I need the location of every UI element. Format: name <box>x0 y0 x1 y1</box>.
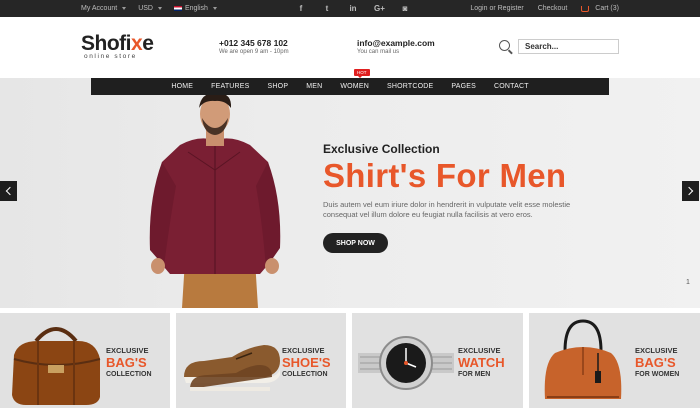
nav-item-home[interactable]: HOME <box>162 83 202 90</box>
hero-title: Shirt's For Men <box>323 157 567 194</box>
chevron-down-icon <box>122 7 127 10</box>
hero-description: Duis autem vel eum iriure dolor in hendr… <box>323 200 578 220</box>
chevron-left-icon <box>5 186 15 196</box>
my-account-dropdown[interactable]: My Account <box>81 5 127 12</box>
uk-flag-icon <box>173 6 182 11</box>
category-label-top: EXCLUSIVE <box>635 346 678 355</box>
email-address[interactable]: info@example.com <box>357 38 435 48</box>
facebook-icon[interactable]: f <box>296 4 306 13</box>
instagram-icon[interactable]: ◙ <box>400 4 410 13</box>
category-label-bottom: COLLECTION <box>282 371 328 378</box>
logo-text: Shofi <box>81 32 132 55</box>
slide-number: 1 <box>686 279 690 286</box>
google-plus-icon[interactable]: G+ <box>374 4 385 13</box>
main-nav: HOME FEATURES SHOP MEN WOMEN SHORTCODE P… <box>91 78 609 95</box>
nav-item-pages[interactable]: PAGES <box>442 83 485 90</box>
nav-item-shortcode[interactable]: SHORTCODE <box>378 83 442 90</box>
category-label-top: EXCLUSIVE <box>282 346 325 355</box>
checkout-link[interactable]: Checkout <box>538 5 568 12</box>
slider-next-button[interactable] <box>682 181 699 201</box>
phone-note: We are open 9 am - 10pm <box>219 49 289 55</box>
nav-item-shop[interactable]: SHOP <box>259 83 298 90</box>
language-label: English <box>184 5 208 12</box>
category-banner-shoes[interactable]: EXCLUSIVE SHOE'S COLLECTION <box>176 313 346 408</box>
chevron-down-icon <box>212 7 217 10</box>
top-bar: My Account USD English f t in G+ ◙ Login… <box>0 0 700 17</box>
category-label-bottom: FOR MEN <box>458 371 491 378</box>
cart-icon <box>581 5 590 12</box>
search-input[interactable]: Search... <box>518 39 619 54</box>
nav-item-features[interactable]: FEATURES <box>202 83 258 90</box>
category-banner-women-bags[interactable]: EXCLUSIVE BAG'S FOR WOMEN <box>529 313 700 408</box>
chevron-right-icon <box>684 186 694 196</box>
handbag-icon <box>544 319 622 399</box>
nav-item-men[interactable]: MEN <box>297 83 331 90</box>
hero-text: Exclusive Collection Shirt's For Men Dui… <box>323 142 578 220</box>
twitter-icon[interactable]: t <box>322 4 332 13</box>
hero-eyebrow: Exclusive Collection <box>323 142 440 156</box>
shop-now-button[interactable]: SHOP NOW <box>323 233 388 253</box>
category-label-main: BAG'S <box>106 355 147 370</box>
phone-number: +012 345 678 102 <box>219 38 288 48</box>
category-label-top: EXCLUSIVE <box>458 346 501 355</box>
nav-item-women[interactable]: WOMEN <box>331 83 378 90</box>
hero-desc-line1: Duis autem vel eum iriure dolor in hendr… <box>323 200 571 209</box>
slider-prev-button[interactable] <box>0 181 17 201</box>
cart-label: Cart (3) <box>595 5 619 12</box>
watch-icon <box>358 336 454 390</box>
category-banner-watch[interactable]: EXCLUSIVE WATCH FOR MEN <box>352 313 523 408</box>
currency-dropdown[interactable]: USD <box>138 5 162 12</box>
my-account-label: My Account <box>81 5 118 12</box>
category-label-top: EXCLUSIVE <box>106 346 149 355</box>
category-label-main: BAG'S <box>635 355 676 370</box>
category-label-main: SHOE'S <box>282 355 331 370</box>
logo[interactable]: Shofixe online store <box>81 32 154 60</box>
category-banners: EXCLUSIVE BAG'S COLLECTION EXCLUSIVE SHO… <box>0 313 700 408</box>
language-dropdown[interactable]: English <box>173 5 217 12</box>
chevron-down-icon <box>157 7 162 10</box>
category-label-main: WATCH <box>458 355 505 370</box>
phone-block: +012 345 678 102 We are open 9 am - 10pm <box>219 38 289 55</box>
leather-bag-icon <box>12 327 101 405</box>
currency-label: USD <box>138 5 153 12</box>
cart-link[interactable]: Cart (3) <box>581 5 619 12</box>
login-register-link[interactable]: Login or Register <box>470 5 523 12</box>
social-links: f t in G+ ◙ <box>296 0 410 17</box>
linkedin-icon[interactable]: in <box>348 4 358 13</box>
email-note: You can mail us <box>357 49 400 55</box>
email-block: info@example.com You can mail us <box>357 38 435 55</box>
category-label-bottom: FOR WOMEN <box>635 371 680 378</box>
category-label-bottom: COLLECTION <box>106 371 152 378</box>
logo-accent: x <box>131 32 143 55</box>
model-image <box>149 92 281 308</box>
shoe-icon <box>184 345 280 391</box>
logo-text-end: e <box>142 32 154 55</box>
nav-item-contact[interactable]: CONTACT <box>485 83 538 90</box>
category-banner-bags[interactable]: EXCLUSIVE BAG'S COLLECTION <box>0 313 170 408</box>
hero-desc-line2: consequat vel illum dolore eu feugiat nu… <box>323 210 533 219</box>
hot-badge: HOT <box>354 69 370 78</box>
search-icon[interactable] <box>499 40 510 51</box>
